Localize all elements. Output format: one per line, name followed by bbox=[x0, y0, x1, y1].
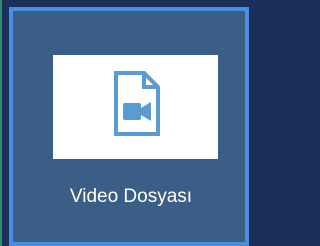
tile-label: Video Dosyası bbox=[69, 186, 193, 207]
window-background: Video Dosyası bbox=[0, 0, 249, 246]
video-file-icon bbox=[113, 71, 161, 137]
left-accent-bar bbox=[0, 0, 2, 246]
file-preview bbox=[53, 55, 218, 159]
video-file-tile[interactable]: Video Dosyası bbox=[9, 7, 249, 246]
